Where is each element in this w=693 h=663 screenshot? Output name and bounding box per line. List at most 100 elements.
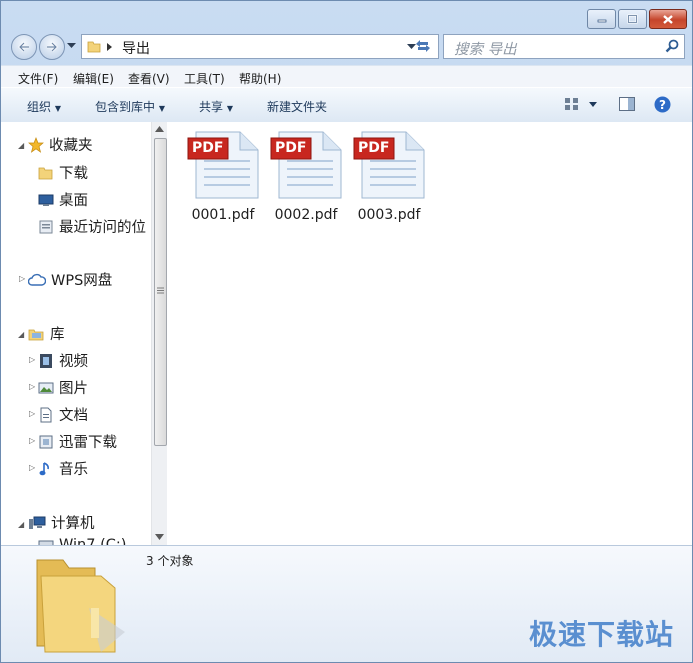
- downloads-folder-icon: [38, 167, 53, 179]
- collapse-arrow-icon[interactable]: ▷: [29, 409, 35, 418]
- forward-button[interactable]: [39, 34, 65, 60]
- search-box[interactable]: 搜索 导出: [443, 34, 685, 59]
- breadcrumb-arrow-icon[interactable]: [107, 43, 113, 51]
- view-chevron-down-icon[interactable]: [589, 102, 597, 107]
- nav-scrollbar[interactable]: [151, 122, 168, 545]
- chevron-down-icon: ▼: [158, 104, 165, 113]
- nav-drive-c[interactable]: Win7 (C:): [38, 537, 126, 545]
- view-options-button[interactable]: [564, 97, 580, 114]
- share-label: 共享: [199, 100, 224, 114]
- download-library-icon: [39, 435, 53, 448]
- menu-bar: 文件(F) 编辑(E) 查看(V) 工具(T) 帮助(H): [1, 65, 692, 88]
- collapse-arrow-icon[interactable]: ▷: [29, 463, 35, 472]
- chevron-down-icon: ▼: [54, 104, 61, 113]
- scroll-up-icon[interactable]: [155, 126, 164, 132]
- navigation-row: 导出 搜索 导出: [1, 31, 692, 63]
- file-item[interactable]: PDF 0001.pdf: [184, 130, 262, 223]
- file-item[interactable]: PDF 0003.pdf: [350, 130, 428, 223]
- search-icon[interactable]: [664, 38, 680, 54]
- expand-arrow-icon[interactable]: ◢: [18, 141, 24, 150]
- expand-arrow-icon[interactable]: ◢: [18, 330, 24, 339]
- nav-documents-label: 文档: [59, 408, 88, 424]
- cloud-icon: [28, 273, 46, 286]
- forward-arrow-icon: [47, 42, 58, 52]
- nav-videos-label: 视频: [59, 354, 88, 370]
- nav-recent[interactable]: 最近访问的位: [38, 216, 146, 237]
- address-segment[interactable]: 导出: [122, 38, 150, 58]
- nav-desktop[interactable]: 桌面: [38, 189, 88, 210]
- minimize-button[interactable]: [587, 9, 616, 29]
- file-item[interactable]: PDF 0002.pdf: [267, 130, 345, 223]
- include-library-label: 包含到库中: [95, 100, 156, 114]
- nav-favorites-label: 收藏夹: [49, 138, 93, 154]
- scroll-thumb[interactable]: [154, 138, 167, 446]
- nav-computer[interactable]: 计算机: [28, 512, 95, 533]
- nav-pictures-label: 图片: [59, 381, 88, 397]
- menu-view[interactable]: 查看(V): [128, 70, 170, 87]
- organize-button[interactable]: 组织 ▼: [27, 98, 61, 115]
- nav-downloads[interactable]: 下载: [38, 162, 88, 183]
- share-button[interactable]: 共享 ▼: [199, 98, 233, 115]
- collapse-arrow-icon[interactable]: ▷: [19, 274, 25, 283]
- nav-libraries-label: 库: [50, 327, 65, 343]
- pdf-badge: PDF: [358, 140, 390, 156]
- menu-edit[interactable]: 编辑(E): [73, 70, 114, 87]
- address-bar[interactable]: 导出: [81, 34, 439, 59]
- collapse-arrow-icon[interactable]: ▷: [29, 436, 35, 445]
- window-controls: [585, 9, 687, 29]
- large-folder-icon: [36, 559, 125, 653]
- back-arrow-icon: [18, 42, 29, 52]
- svg-text:?: ?: [659, 98, 666, 112]
- title-bar: [1, 1, 692, 33]
- nav-favorites[interactable]: 收藏夹: [28, 134, 93, 155]
- help-icon: ?: [654, 96, 671, 113]
- command-bar: 组织 ▼ 包含到库中 ▼ 共享 ▼ 新建文件夹 ?: [1, 87, 692, 123]
- nav-recent-label: 最近访问的位: [59, 220, 146, 236]
- back-button[interactable]: [11, 34, 37, 60]
- refresh-button[interactable]: [411, 36, 435, 56]
- file-name: 0001.pdf: [191, 207, 255, 223]
- file-name: 0002.pdf: [274, 207, 338, 223]
- nav-desktop-label: 桌面: [59, 193, 88, 209]
- pdf-badge: PDF: [192, 140, 224, 156]
- maximize-icon: [627, 14, 638, 24]
- collapse-arrow-icon[interactable]: ▷: [29, 382, 35, 391]
- video-icon: [40, 353, 52, 368]
- minimize-icon: [597, 19, 606, 23]
- new-folder-button[interactable]: 新建文件夹: [267, 98, 327, 115]
- file-name: 0003.pdf: [357, 207, 421, 223]
- menu-file[interactable]: 文件(F): [18, 70, 58, 87]
- item-count: 3 个对象: [146, 554, 194, 568]
- nav-drive-c-label: Win7 (C:): [59, 537, 127, 545]
- nav-documents[interactable]: 文档: [38, 404, 88, 425]
- pdf-badge: PDF: [275, 140, 307, 156]
- scroll-down-icon[interactable]: [155, 534, 164, 540]
- maximize-button[interactable]: [618, 9, 647, 29]
- collapse-arrow-icon[interactable]: ▷: [29, 355, 35, 364]
- include-library-button[interactable]: 包含到库中 ▼: [95, 98, 165, 115]
- expand-arrow-icon[interactable]: ◢: [18, 520, 24, 529]
- help-button[interactable]: ?: [654, 96, 671, 116]
- search-placeholder[interactable]: 搜索 导出: [454, 38, 517, 59]
- nav-thunder[interactable]: 迅雷下载: [38, 431, 117, 452]
- nav-downloads-label: 下载: [59, 166, 88, 182]
- nav-videos[interactable]: 视频: [38, 350, 88, 371]
- close-button[interactable]: [649, 9, 687, 29]
- navigation-pane: ◢ 收藏夹 下载 桌面 最近访问的位 ▷ WPS网盘 ◢ 库 ▷ 视频 ▷ 图片…: [1, 122, 151, 545]
- organize-label: 组织: [27, 100, 52, 114]
- nav-music[interactable]: 音乐: [38, 458, 88, 479]
- library-icon: [28, 329, 44, 340]
- refresh-icon: [416, 40, 430, 52]
- recent-places-icon: [39, 220, 53, 233]
- nav-wps[interactable]: WPS网盘: [28, 269, 112, 290]
- menu-help[interactable]: 帮助(H): [239, 70, 281, 87]
- preview-pane-button[interactable]: [619, 97, 635, 114]
- nav-libraries[interactable]: 库: [28, 323, 65, 344]
- nav-wps-label: WPS网盘: [51, 273, 113, 289]
- menu-tools[interactable]: 工具(T): [184, 70, 225, 87]
- nav-thunder-label: 迅雷下载: [59, 435, 117, 451]
- music-note-icon: [39, 461, 49, 475]
- nav-pictures[interactable]: 图片: [38, 377, 88, 398]
- details-pane: 3 个对象 极速下载站: [1, 545, 692, 662]
- recent-pages-chevron-icon[interactable]: [67, 43, 76, 49]
